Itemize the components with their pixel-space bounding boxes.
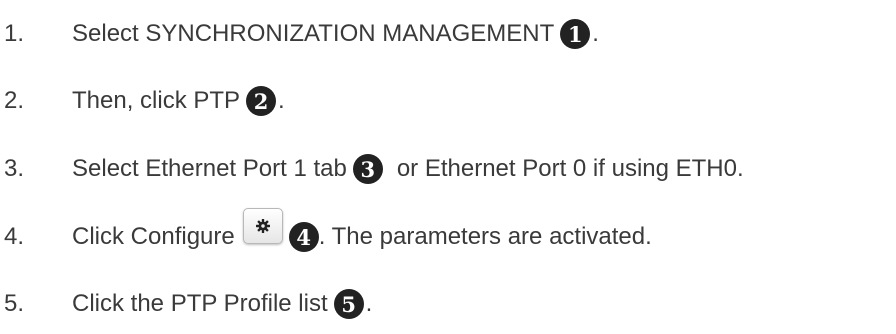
configure-button[interactable]	[242, 208, 283, 244]
step-instruction: Click the PTP Profile list	[72, 290, 328, 317]
step-instruction: Select SYNCHRONIZATION MANAGEMENT	[72, 20, 555, 47]
instruction-steps-list: 1. Select SYNCHRONIZATION MANAGEMENT 1 .…	[0, 0, 896, 334]
step-instruction: Click Configure	[72, 223, 235, 250]
step-text: Select SYNCHRONIZATION MANAGEMENT 1 .	[72, 19, 599, 49]
callout-badge: 3	[352, 154, 383, 184]
gear-icon	[255, 219, 270, 233]
step-number: 3.	[4, 155, 25, 182]
step-text: Click Configure 4 . The parameters are a…	[72, 208, 652, 252]
step-number: 4.	[4, 223, 25, 250]
step-suffix: .	[592, 20, 599, 47]
step-suffix: . The parameters are activated.	[318, 223, 652, 250]
step-instruction: Then, click PTP	[72, 87, 241, 114]
step-number: 5.	[4, 290, 25, 317]
step-text: Then, click PTP 2 .	[72, 86, 285, 116]
callout-badge: 2	[246, 86, 277, 116]
step-text: Click the PTP Profile list 5 .	[72, 289, 372, 319]
step-instruction: Select Ethernet Port 1 tab	[72, 155, 347, 182]
callout-badge: 5	[333, 289, 364, 319]
step-suffix: or Ethernet Port 0 if using ETH0.	[396, 155, 744, 182]
callout-badge: 4	[288, 222, 319, 252]
step-number: 2.	[4, 87, 25, 114]
step-number: 1.	[4, 20, 25, 47]
step-text: Select Ethernet Port 1 tab 3 or Ethernet…	[72, 154, 744, 184]
callout-badge: 1	[560, 19, 591, 49]
step-suffix: .	[365, 290, 373, 317]
step-suffix: .	[278, 87, 285, 114]
